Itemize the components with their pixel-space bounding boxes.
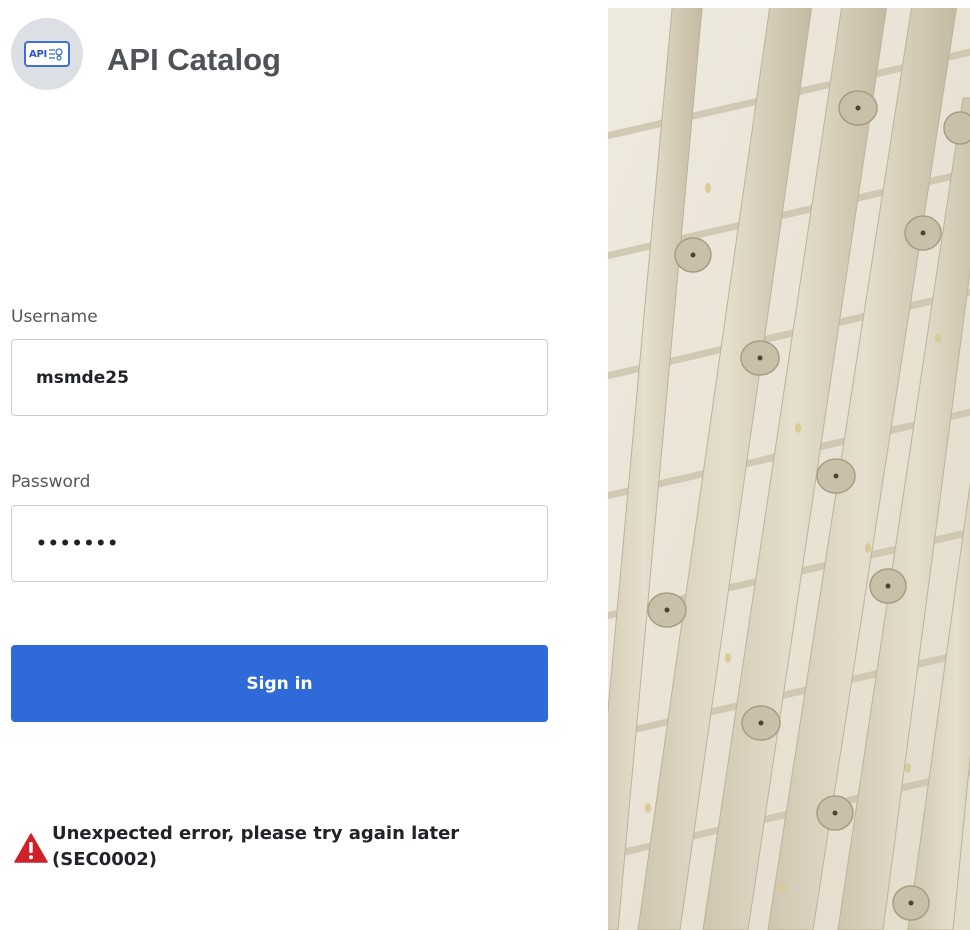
error-text: Unexpected error, please try again later… [52,821,552,873]
background-image [608,8,970,930]
app-logo: API [11,18,83,90]
login-panel: API API Catalog Username Password Sign i… [0,0,608,930]
error-code: (SEC0002) [52,849,158,870]
username-input[interactable] [11,339,548,416]
logo-text: API [29,48,47,60]
app-title: API Catalog [107,42,281,77]
password-label: Password [11,472,91,492]
error-message: Unexpected error, please try again later… [14,821,574,885]
api-logo-icon: API [24,41,70,67]
username-label: Username [11,307,98,327]
password-input[interactable] [11,505,548,582]
architecture-photo [608,8,970,930]
network-icon [48,48,63,61]
sign-in-button[interactable]: Sign in [11,645,548,722]
warning-triangle-icon [14,833,48,863]
error-line-1: Unexpected error, please try again later [52,823,460,844]
